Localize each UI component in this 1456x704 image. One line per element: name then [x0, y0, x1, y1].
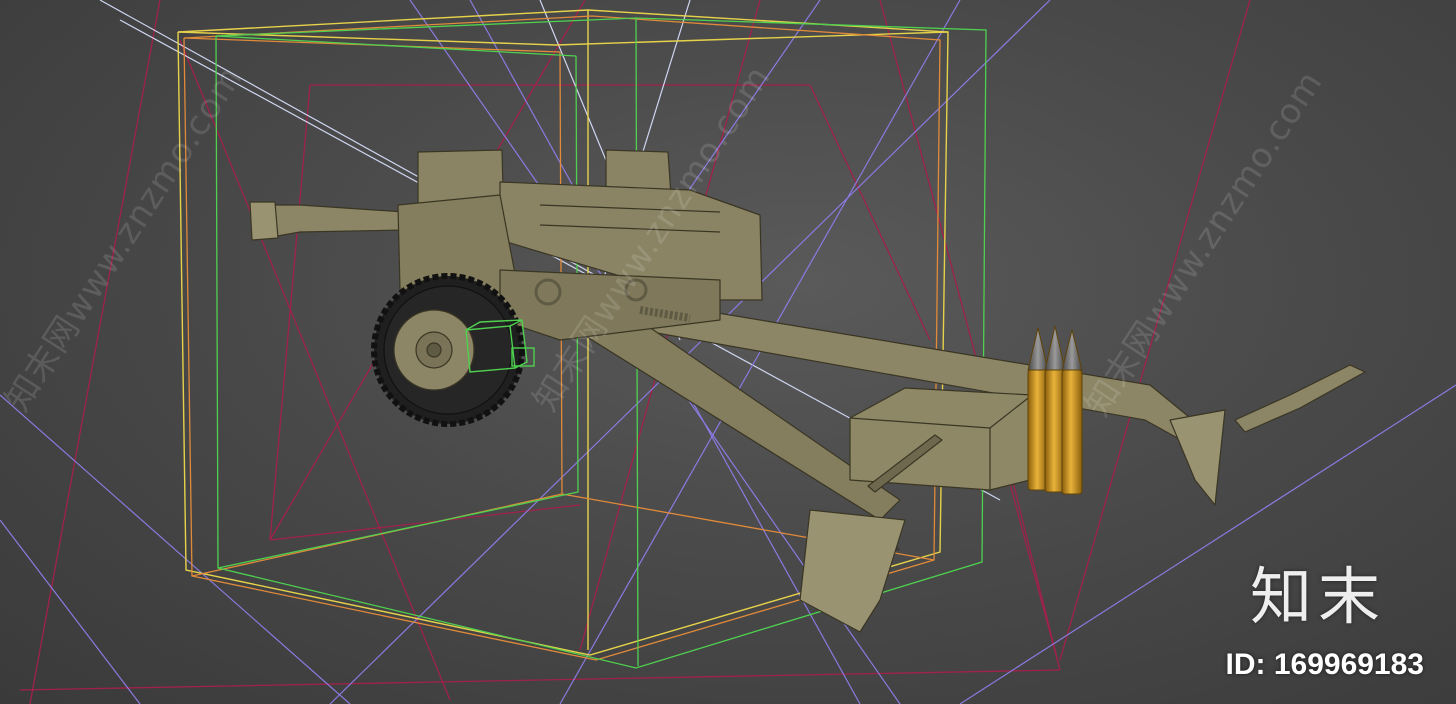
watermark-brand-logo: 知末 — [1249, 560, 1386, 633]
wheel — [371, 273, 525, 427]
watermark-id: ID: 169969183 — [1225, 648, 1425, 681]
tow-handle — [1234, 364, 1366, 433]
artillery-shells — [1027, 325, 1083, 495]
spade-right — [1169, 409, 1226, 506]
howitzer-model[interactable] — [249, 149, 1366, 633]
light-rays — [0, 0, 1456, 704]
muzzle-brake — [249, 201, 279, 241]
spade-left — [799, 509, 906, 633]
viewport-canvas[interactable] — [0, 0, 1456, 704]
3d-viewport[interactable]: 知末网www.znzmo.com 知末网www.znzmo.com 知末网www… — [0, 0, 1456, 704]
